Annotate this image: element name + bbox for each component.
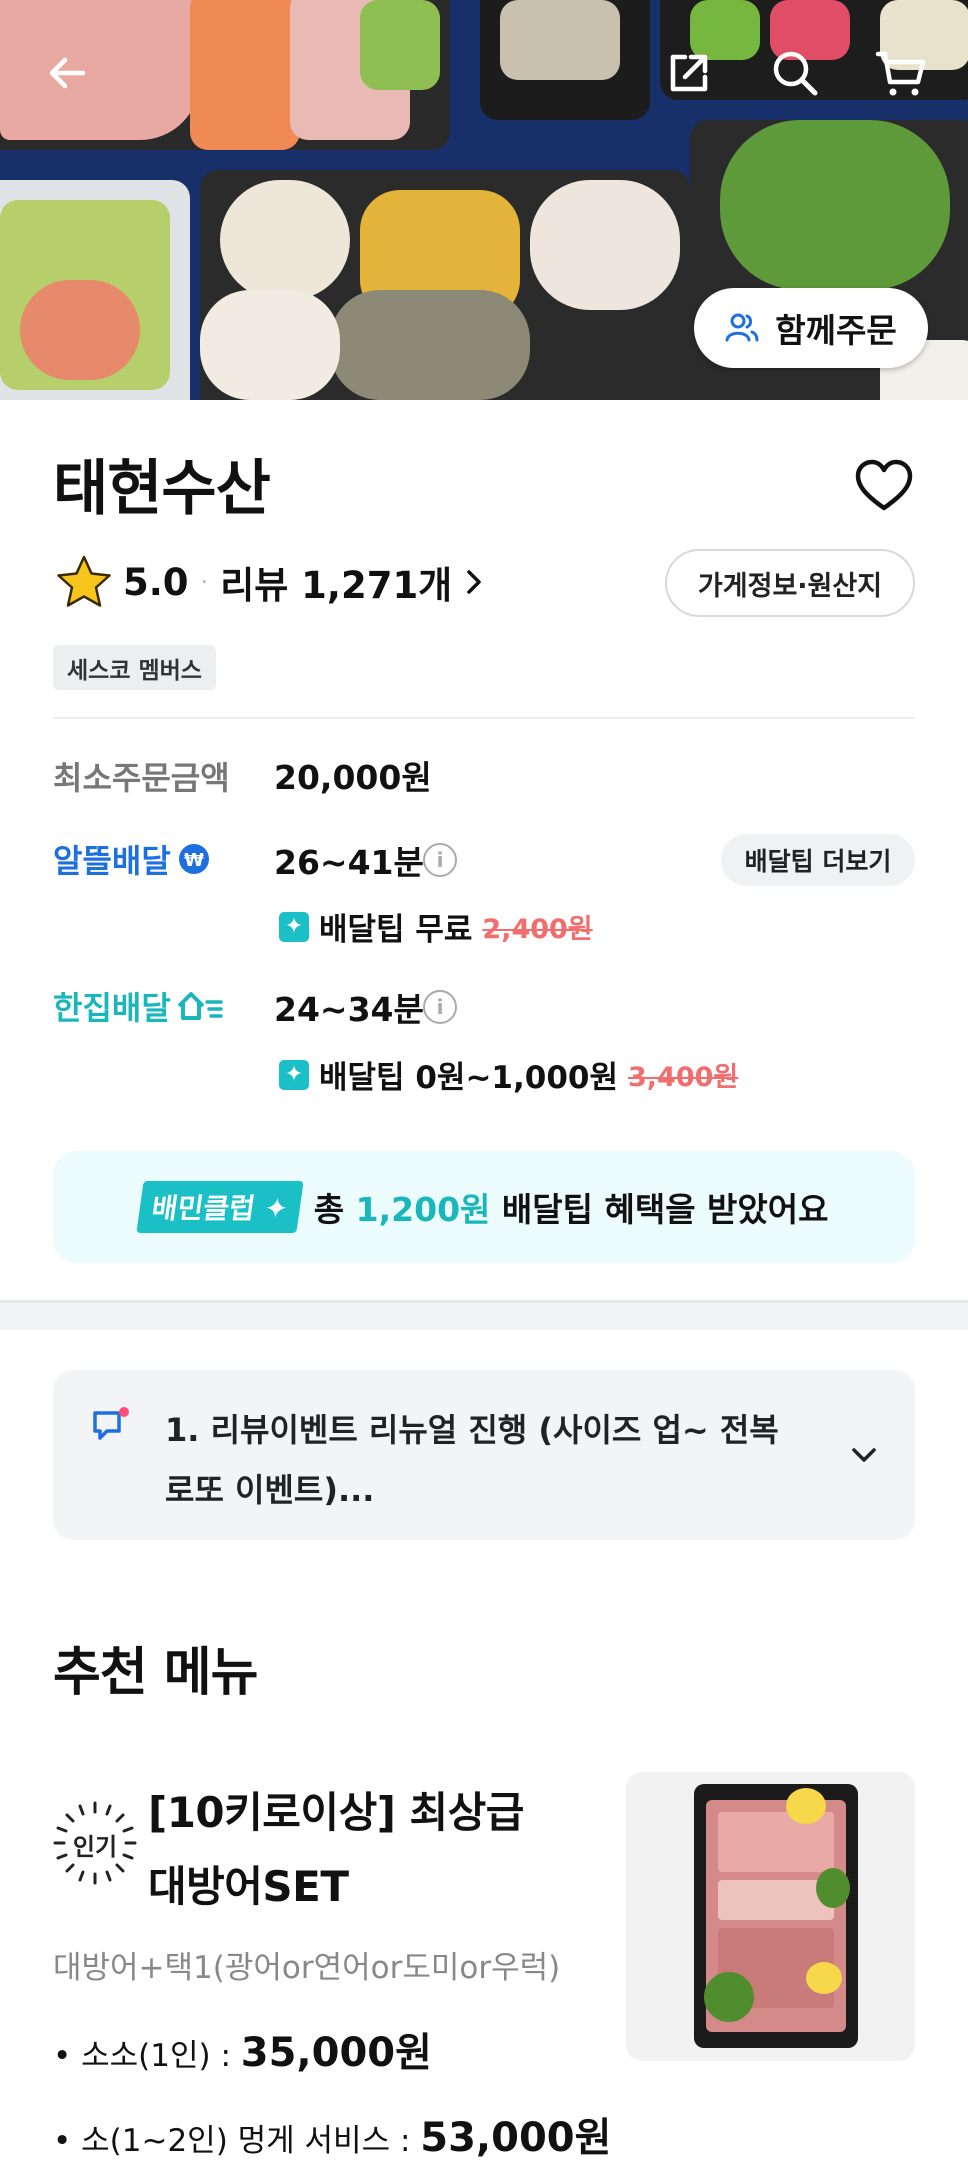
separator-dot: · (200, 568, 209, 596)
search-icon (773, 51, 818, 96)
share-icon (670, 54, 708, 92)
tip-main-text: 배달팁 무료 (319, 912, 473, 948)
menu-item-image[interactable] (626, 1772, 915, 2061)
sparkle-icon: ✦ (279, 911, 309, 942)
share-button[interactable] (654, 38, 724, 108)
delivery-type-2-label: 한집배달 (53, 983, 225, 1029)
info-icon[interactable]: i (423, 990, 457, 1024)
member-badge: 세스코 멤버스 (53, 645, 216, 690)
store-notice[interactable]: 1. 리뷰이벤트 리뉴얼 진행 (사이즈 업~ 전복 로또 이벤트)... (53, 1370, 915, 1540)
menu-item-description: 대방어+택1(광어or연어or도미or우럭) (53, 1950, 561, 1986)
club-benefit-text: 총 1,200원 배달팁 혜택을 받았어요 (313, 1190, 829, 1229)
divider (53, 717, 915, 719)
section-separator (0, 1300, 968, 1330)
menu-price-line-1: • 소소(1인) : 35,000원 (53, 2030, 432, 2076)
delivery-tip-more-button[interactable]: 배달팁 더보기 (721, 834, 915, 886)
chevron-right-icon (467, 570, 481, 594)
house-speed-icon (177, 992, 223, 1020)
store-name: 태현수산 (53, 454, 271, 524)
together-order-button[interactable]: 함께주문 (694, 288, 928, 368)
together-order-label: 함께주문 (775, 311, 897, 350)
won-badge-icon: ₩ (178, 844, 209, 874)
menu-item-name[interactable]: [10키로이상] 최상급 대방어SET (148, 1776, 568, 1924)
star-icon (57, 555, 111, 607)
rating-row[interactable]: 5.0 · 리뷰 1,271개 (55, 552, 488, 612)
tip-main-text: 배달팁 0원~1,000원 (319, 1060, 618, 1096)
tip-original-price: 3,400원 (628, 1062, 739, 1093)
back-button[interactable] (32, 38, 102, 108)
delivery-type-2-text: 한집배달 (53, 989, 171, 1027)
delivery-type-1-tip: ✦ 배달팁 무료 2,400원 (279, 904, 593, 949)
notice-text: 1. 리뷰이벤트 리뉴얼 진행 (사이즈 업~ 전복 로또 이벤트)... (165, 1411, 779, 1509)
back-arrow-icon (49, 57, 86, 89)
chevron-down-icon[interactable] (847, 1440, 881, 1470)
baemin-club-badge: 배민클럽 ✦ (135, 1181, 304, 1233)
svg-text:₩: ₩ (184, 850, 204, 871)
delivery-type-2-tip: ✦ 배달팁 0원~1,000원 3,400원 (279, 1052, 738, 1097)
popular-badge: 인기 (52, 1800, 138, 1886)
cart-icon (875, 51, 926, 96)
baemin-club-banner[interactable]: 배민클럽 ✦ 총 1,200원 배달팁 혜택을 받았어요 (53, 1151, 915, 1263)
tip-original-price: 2,400원 (482, 914, 593, 945)
club-benefit-amount: 1,200원 (355, 1190, 491, 1229)
min-order-value: 20,000원 (274, 758, 432, 797)
sparkle-icon: ✦ (279, 1059, 309, 1090)
menu-price-line-2: • 소(1~2인) 멍게 서비스 : 53,000원 (53, 2115, 612, 2161)
people-icon (725, 313, 759, 342)
min-order-label: 최소주문금액 (53, 759, 230, 797)
notice-icon (93, 1407, 129, 1440)
recommended-menu-title: 추천 메뉴 (53, 1643, 258, 1703)
store-info-button[interactable]: 가게정보·원산지 (665, 549, 915, 617)
delivery-type-1-label: 알뜰배달 ₩ (53, 836, 211, 882)
search-button[interactable] (760, 38, 830, 108)
store-hero-image: 함께주문 (0, 0, 968, 400)
review-count-link[interactable]: 리뷰 1,271개 (220, 555, 452, 609)
delivery-type-2-time: 24~34분 (274, 990, 424, 1029)
rating-score: 5.0 (123, 560, 189, 604)
favorite-button[interactable] (854, 458, 914, 514)
delivery-type-1-text: 알뜰배달 (53, 842, 171, 880)
cart-button[interactable] (866, 38, 936, 108)
delivery-type-1-time: 26~41분 (274, 843, 424, 882)
info-icon[interactable]: i (423, 843, 457, 877)
popular-badge-label: 인기 (72, 1833, 118, 1861)
heart-icon (855, 459, 913, 511)
